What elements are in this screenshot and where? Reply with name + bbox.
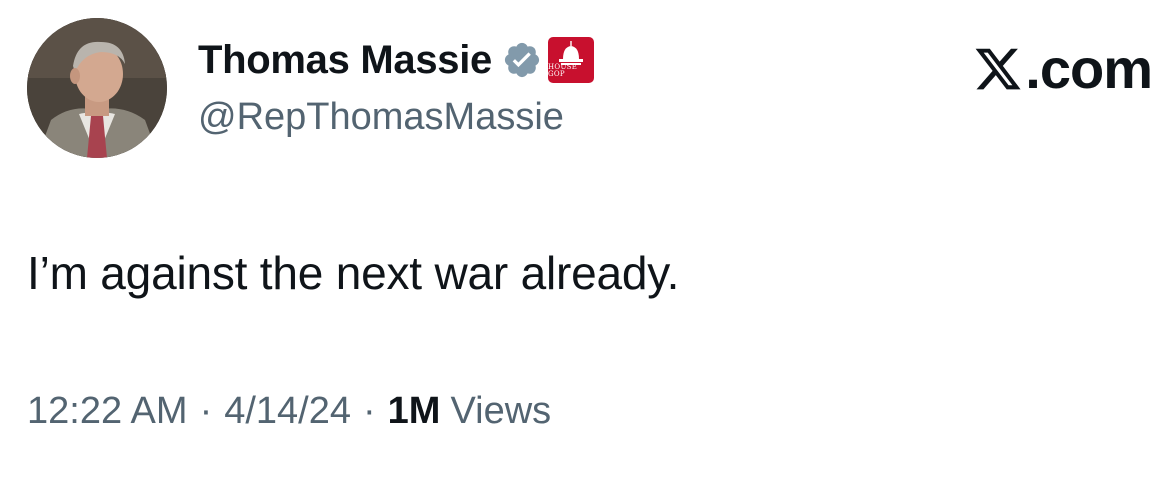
affiliation-badge[interactable]: HOUSE GOP xyxy=(548,37,594,83)
avatar[interactable] xyxy=(27,18,167,158)
x-logo-icon xyxy=(975,48,1021,89)
verified-badge-icon[interactable] xyxy=(502,40,542,80)
capitol-dome-icon xyxy=(559,41,583,65)
views-label: Views xyxy=(450,390,552,432)
meta-separator: · xyxy=(363,390,376,432)
tweet-date[interactable]: 4/14/24 xyxy=(224,390,351,433)
author-name-row: Thomas Massie HOUSE GOP xyxy=(198,32,594,88)
tweet-time[interactable]: 12:22 AM xyxy=(27,390,188,433)
author-display-name[interactable]: Thomas Massie xyxy=(198,38,492,83)
meta-separator: · xyxy=(199,390,213,432)
tweet-meta: 12:22 AM · 4/14/24 · 1M Views xyxy=(27,390,551,433)
x-brand-text: .com xyxy=(1025,37,1153,100)
tweet-text: I’m against the next war already. xyxy=(27,247,680,299)
views-count[interactable]: 1M xyxy=(388,390,441,433)
tweet-card: Thomas Massie HOUSE GOP @RepThomasMassie… xyxy=(0,0,1170,480)
author-handle[interactable]: @RepThomasMassie xyxy=(198,96,564,139)
x-brand: .com xyxy=(973,36,1153,101)
